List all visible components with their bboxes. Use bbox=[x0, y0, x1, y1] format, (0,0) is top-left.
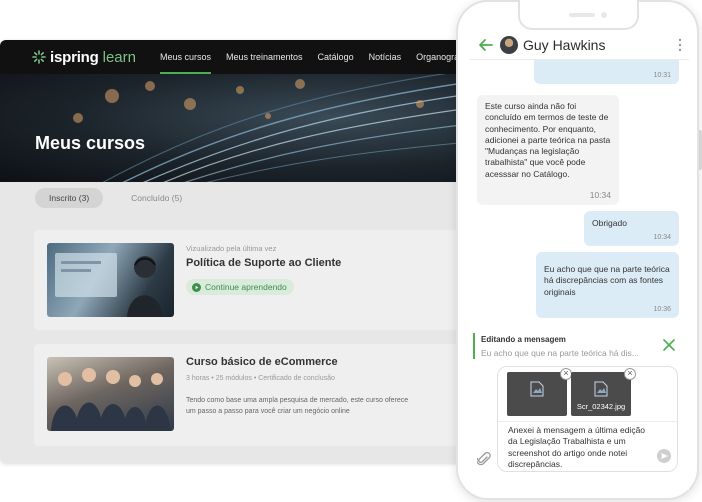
last-viewed-label: Vizualizado pela última vez bbox=[186, 244, 277, 253]
continue-learning-label: Continue aprendendo bbox=[205, 282, 287, 292]
play-icon bbox=[192, 282, 201, 292]
nav-noticias[interactable]: Notícias bbox=[369, 40, 402, 74]
message-text: Eu acho que que na parte teórica há disc… bbox=[544, 264, 670, 297]
message-outgoing-editing[interactable]: Eu acho que que na parte teórica há disc… bbox=[536, 252, 679, 318]
chat-screen: Guy Hawkins 10:31 Este curso ainda não f… bbox=[470, 30, 689, 490]
message-text: Este curso ainda não foi concluído em te… bbox=[485, 101, 611, 179]
editing-message-bar: Editando a mensagem Eu acho que que na p… bbox=[473, 333, 678, 359]
hero-background-image bbox=[73, 74, 470, 182]
desktop-app: ispring learn Meus cursos Meus treinamen… bbox=[0, 40, 470, 463]
logo[interactable]: ispring learn bbox=[32, 49, 136, 66]
page-title: Meus cursos bbox=[35, 133, 146, 153]
more-options-icon[interactable] bbox=[677, 38, 683, 52]
top-navigation-bar: ispring learn Meus cursos Meus treinamen… bbox=[0, 40, 470, 74]
contact-name[interactable]: Guy Hawkins bbox=[523, 37, 605, 53]
message-time: 10:36 bbox=[653, 305, 671, 313]
tab-inscrito[interactable]: Inscrito (3) bbox=[35, 188, 104, 208]
attachment-thumbnail[interactable]: × bbox=[507, 368, 572, 416]
remove-attachment-icon[interactable]: × bbox=[624, 368, 636, 380]
close-edit-icon[interactable] bbox=[662, 338, 676, 352]
logo-text: ispring bbox=[50, 48, 99, 66]
course-card[interactable]: Vizualizado pela última vez Política de … bbox=[34, 230, 464, 330]
back-arrow-icon[interactable] bbox=[477, 36, 495, 54]
hero-banner: Meus cursos bbox=[0, 74, 470, 182]
attachment-name: Scr_02342.jpg bbox=[576, 402, 626, 411]
tab-concluido[interactable]: Concluído (5) bbox=[117, 188, 196, 208]
editing-preview: Eu acho que que na parte teórica há dis.… bbox=[481, 348, 639, 358]
ispring-logo-icon bbox=[32, 50, 46, 64]
logo-accent-text: learn bbox=[102, 48, 136, 66]
message-outgoing[interactable]: Obrigado 10:34 bbox=[584, 211, 679, 246]
continue-learning-button[interactable]: Continue aprendendo bbox=[186, 279, 294, 295]
document-icon bbox=[530, 381, 544, 397]
nav-meus-treinamentos[interactable]: Meus treinamentos bbox=[226, 40, 303, 74]
speaker bbox=[569, 13, 595, 17]
message-composer[interactable]: × Scr_02342.jpg × Anexei à mensagem a úl… bbox=[497, 366, 678, 472]
message-time: 10:34 bbox=[589, 189, 611, 200]
composer-divider bbox=[498, 421, 677, 422]
phone-notch bbox=[518, 0, 639, 30]
camera bbox=[601, 12, 607, 18]
message-time: 10:34 bbox=[653, 233, 671, 241]
course-thumbnail bbox=[47, 243, 174, 317]
phone-frame: Guy Hawkins 10:31 Este curso ainda não f… bbox=[456, 0, 699, 500]
course-thumbnail bbox=[47, 357, 174, 431]
chat-header: Guy Hawkins bbox=[470, 30, 689, 60]
support-agent-image bbox=[55, 253, 163, 317]
message-text: Obrigado bbox=[592, 218, 627, 228]
message-time: 10:31 bbox=[653, 71, 671, 79]
attach-paperclip-icon[interactable] bbox=[477, 452, 491, 468]
message-incoming[interactable]: Este curso ainda não foi concluído em te… bbox=[477, 95, 619, 205]
attachment-thumbnail[interactable]: Scr_02342.jpg × bbox=[571, 368, 636, 416]
nav-catalogo[interactable]: Catálogo bbox=[318, 40, 354, 74]
send-icon[interactable] bbox=[657, 449, 671, 463]
message-input[interactable]: Anexei à mensagem a última edição da Leg… bbox=[508, 425, 653, 470]
course-title[interactable]: Curso básico de eCommerce bbox=[186, 356, 338, 368]
business-team-image bbox=[51, 368, 171, 431]
course-meta: 3 horas • 25 módulos • Certificado de co… bbox=[186, 375, 335, 382]
image-file-icon bbox=[594, 381, 608, 397]
main-nav: Meus cursos Meus treinamentos Catálogo N… bbox=[159, 40, 470, 74]
avatar[interactable] bbox=[500, 35, 518, 54]
course-tabs: Inscrito (3) Concluído (5) bbox=[35, 188, 196, 208]
editing-label: Editando a mensagem bbox=[481, 335, 566, 344]
course-title[interactable]: Política de Suporte ao Cliente bbox=[186, 257, 341, 269]
nav-meus-cursos[interactable]: Meus cursos bbox=[159, 40, 212, 74]
course-card[interactable]: Curso básico de eCommerce 3 horas • 25 m… bbox=[34, 344, 464, 446]
course-description: Tendo como base uma ampla pesquisa de me… bbox=[186, 397, 409, 415]
